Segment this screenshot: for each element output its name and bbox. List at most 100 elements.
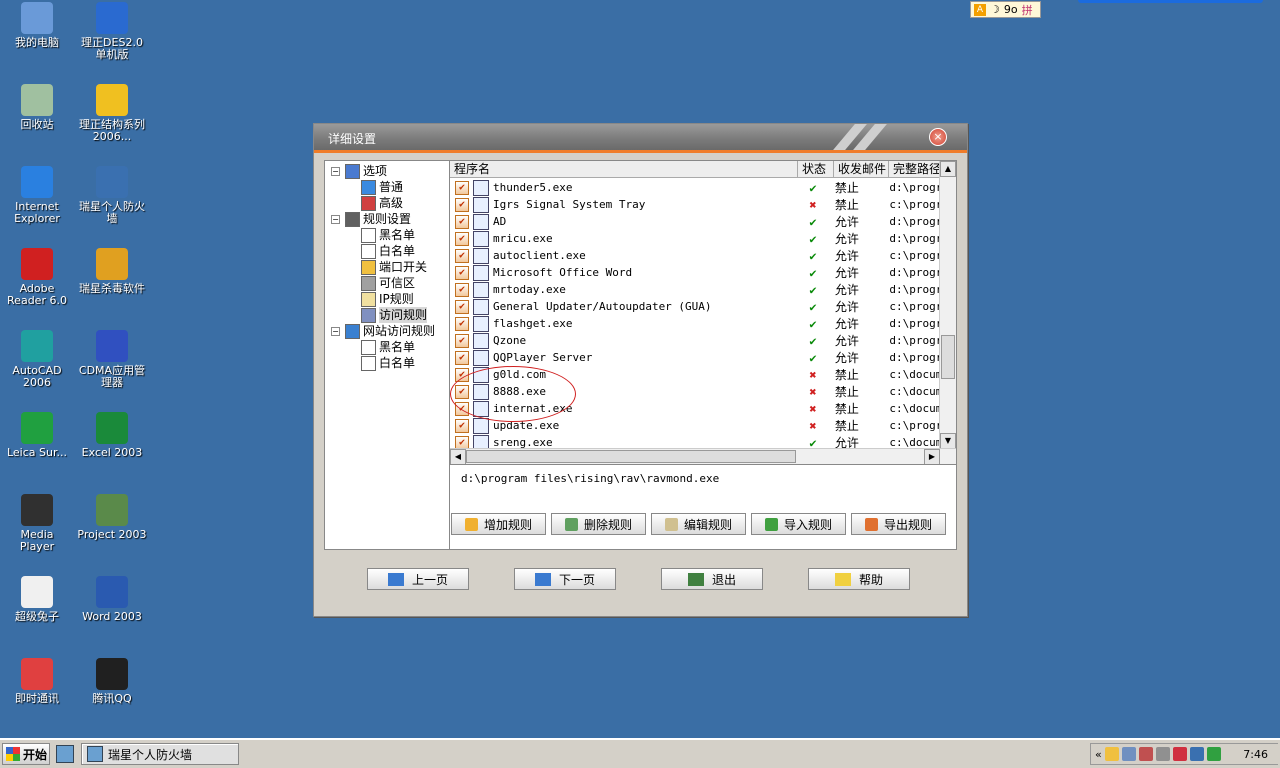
- rule-enabled-checkbox[interactable]: ✔: [455, 384, 469, 399]
- mail-permission[interactable]: 禁止: [831, 417, 890, 434]
- mail-permission[interactable]: 允许: [831, 332, 890, 349]
- rule-row[interactable]: ✔ Igrs Signal System Tray ✖ 禁止 c:\progr: [450, 196, 940, 213]
- tree-item[interactable]: 访问规则: [361, 307, 428, 323]
- mail-permission[interactable]: 允许: [831, 349, 890, 366]
- tree-collapse-toggle[interactable]: −: [331, 215, 340, 224]
- mail-permission[interactable]: 允许: [831, 281, 890, 298]
- desktop-shortcut[interactable]: Word 2003: [77, 576, 147, 623]
- mail-permission[interactable]: 允许: [831, 247, 890, 264]
- status-icon[interactable]: ✖: [795, 368, 831, 382]
- rule-row[interactable]: ✔ mricu.exe ✔ 允许 d:\progr: [450, 230, 940, 247]
- tree-item[interactable]: 可信区: [361, 275, 415, 291]
- export-rule-button[interactable]: 导出规则: [851, 513, 946, 535]
- quick-launch-icon[interactable]: [56, 745, 74, 763]
- tree-item[interactable]: 黑名单: [361, 227, 415, 243]
- status-icon[interactable]: ✖: [795, 402, 831, 416]
- taskbar-item-firewall[interactable]: 瑞星个人防火墙: [81, 743, 239, 765]
- status-icon[interactable]: ✔: [795, 266, 831, 280]
- rule-row[interactable]: ✔ 8888.exe ✖ 禁止 c:\docum: [450, 383, 940, 400]
- mail-permission[interactable]: 允许: [831, 264, 890, 281]
- rule-enabled-checkbox[interactable]: ✔: [455, 333, 469, 348]
- scroll-thumb-vertical[interactable]: [941, 335, 955, 379]
- close-button[interactable]: ×: [929, 128, 947, 146]
- tree-item[interactable]: 高级: [361, 195, 403, 211]
- dialog-titlebar[interactable]: 详细设置 ×: [314, 124, 967, 150]
- rule-row[interactable]: ✔ Microsoft Office Word ✔ 允许 d:\progr: [450, 264, 940, 281]
- rule-row[interactable]: ✔ mrtoday.exe ✔ 允许 d:\progr: [450, 281, 940, 298]
- desktop-shortcut[interactable]: 理正结构系列2006...: [77, 84, 147, 143]
- tray-qq-icon[interactable]: [1104, 747, 1119, 761]
- tree-item[interactable]: 网站访问规则: [345, 323, 435, 339]
- mail-permission[interactable]: 允许: [831, 213, 890, 230]
- rule-enabled-checkbox[interactable]: ✔: [455, 180, 469, 195]
- exit-button[interactable]: 退出: [661, 568, 763, 590]
- desktop-shortcut[interactable]: Leica Sur...: [2, 412, 72, 459]
- rule-enabled-checkbox[interactable]: ✔: [455, 418, 469, 433]
- mail-permission[interactable]: 允许: [831, 230, 890, 247]
- desktop-shortcut[interactable]: CDMA应用管理器: [77, 330, 147, 389]
- scroll-thumb-horizontal[interactable]: [466, 450, 796, 463]
- rule-enabled-checkbox[interactable]: ✔: [455, 350, 469, 365]
- desktop-shortcut[interactable]: 即时通讯: [2, 658, 72, 705]
- tray-firewall-icon[interactable]: [1189, 747, 1204, 761]
- tree-collapse-toggle[interactable]: −: [331, 167, 340, 176]
- status-icon[interactable]: ✔: [795, 283, 831, 297]
- next-page-button[interactable]: 下一页: [514, 568, 616, 590]
- tree-item[interactable]: 白名单: [361, 243, 415, 259]
- status-icon[interactable]: ✖: [795, 419, 831, 433]
- status-icon[interactable]: ✔: [795, 300, 831, 314]
- column-header-path[interactable]: 完整路径: [889, 161, 940, 177]
- desktop-shortcut[interactable]: Adobe Reader 6.0: [2, 248, 72, 307]
- rule-row[interactable]: ✔ AD ✔ 允许 d:\progr: [450, 213, 940, 230]
- status-icon[interactable]: ✔: [795, 317, 831, 331]
- desktop-shortcut[interactable]: Excel 2003: [77, 412, 147, 459]
- scroll-right-button[interactable]: ▶: [924, 449, 940, 465]
- ime-toolbar[interactable]: A ☽ 9o 拼: [970, 1, 1041, 18]
- tree-item[interactable]: 普通: [361, 179, 403, 195]
- rule-enabled-checkbox[interactable]: ✔: [455, 316, 469, 331]
- rule-enabled-checkbox[interactable]: ✔: [455, 401, 469, 416]
- ime-lang-icon[interactable]: A: [974, 3, 986, 16]
- tree-item[interactable]: 黑名单: [361, 339, 415, 355]
- tray-network-icon[interactable]: [1121, 747, 1136, 761]
- prev-page-button[interactable]: 上一页: [367, 568, 469, 590]
- desktop-shortcut[interactable]: 我的电脑: [2, 2, 72, 49]
- scroll-down-button[interactable]: ▼: [940, 433, 956, 449]
- mail-permission[interactable]: 允许: [831, 298, 890, 315]
- desktop-shortcut[interactable]: Media Player: [2, 494, 72, 553]
- rule-enabled-checkbox[interactable]: ✔: [455, 214, 469, 229]
- rule-row[interactable]: ✔ thunder5.exe ✔ 禁止 d:\progr: [450, 179, 940, 196]
- desktop-shortcut[interactable]: Internet Explorer: [2, 166, 72, 225]
- status-icon[interactable]: ✔: [795, 249, 831, 263]
- mail-permission[interactable]: 禁止: [831, 366, 890, 383]
- rule-row[interactable]: ✔ General Updater/Autoupdater (GUA) ✔ 允许 c:\…: [450, 298, 940, 315]
- rule-enabled-checkbox[interactable]: ✔: [455, 299, 469, 314]
- desktop-shortcut[interactable]: 回收站: [2, 84, 72, 131]
- rule-row[interactable]: ✔ internat.exe ✖ 禁止 c:\docum: [450, 400, 940, 417]
- desktop-shortcut[interactable]: 超级兔子: [2, 576, 72, 623]
- column-header-mail[interactable]: 收发邮件: [834, 161, 889, 177]
- tray-network-off-icon[interactable]: [1138, 747, 1153, 761]
- desktop-shortcut[interactable]: AutoCAD 2006: [2, 330, 72, 389]
- edit-rule-button[interactable]: 编辑规则: [651, 513, 746, 535]
- desktop-shortcut[interactable]: 瑞星个人防火墙: [77, 166, 147, 225]
- status-icon[interactable]: ✔: [795, 334, 831, 348]
- column-header-name[interactable]: 程序名: [450, 161, 798, 177]
- rule-enabled-checkbox[interactable]: ✔: [455, 248, 469, 263]
- rule-enabled-checkbox[interactable]: ✔: [455, 367, 469, 382]
- mail-permission[interactable]: 禁止: [831, 196, 890, 213]
- column-header-status[interactable]: 状态: [798, 161, 834, 177]
- rule-row[interactable]: ✔ update.exe ✖ 禁止 c:\progr: [450, 417, 940, 434]
- tray-volume-icon[interactable]: [1155, 747, 1170, 761]
- mail-permission[interactable]: 禁止: [831, 383, 890, 400]
- ime-mode[interactable]: 9o: [1004, 3, 1018, 16]
- start-button[interactable]: 开始: [2, 743, 50, 765]
- tray-expand-button[interactable]: «: [1095, 748, 1102, 761]
- tree-item[interactable]: 端口开关: [361, 259, 427, 275]
- tree-item[interactable]: 规则设置: [345, 211, 411, 227]
- ime-moon-icon[interactable]: ☽: [990, 3, 1000, 16]
- rule-enabled-checkbox[interactable]: ✔: [455, 197, 469, 212]
- tray-umbrella-icon[interactable]: [1206, 747, 1221, 761]
- status-icon[interactable]: ✖: [795, 385, 831, 399]
- add-rule-button[interactable]: 增加规则: [451, 513, 546, 535]
